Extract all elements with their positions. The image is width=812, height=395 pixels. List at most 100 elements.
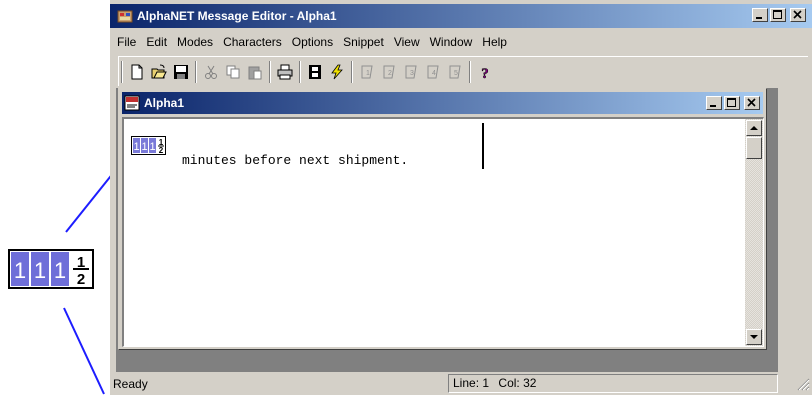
callout-line-bottom (63, 307, 105, 395)
open-folder-icon (151, 64, 167, 78)
scroll-up-button[interactable] (746, 120, 762, 136)
menu-options[interactable]: Options (287, 32, 338, 52)
close-button[interactable] (790, 8, 806, 22)
page-3-icon: 3 (405, 65, 417, 78)
message-editor-area[interactable]: 1 1 1 1 2 minutes before next shipment. (122, 117, 764, 347)
new-file-button[interactable] (126, 61, 148, 83)
menu-window[interactable]: Window (425, 32, 478, 52)
svg-text:3: 3 (410, 70, 414, 77)
menu-snippet[interactable]: Snippet (338, 32, 389, 52)
film-button[interactable] (304, 61, 326, 83)
maximize-icon (773, 10, 782, 19)
toolbar-separator (269, 60, 271, 83)
toolbar-separator (299, 60, 301, 83)
save-disk-icon (174, 64, 188, 79)
cut-button[interactable] (200, 61, 222, 83)
lightning-icon (331, 64, 343, 79)
paste-button[interactable] (244, 61, 266, 83)
cursor-position-panel: Line: 1 Col: 32 (448, 374, 778, 393)
page-4-button[interactable]: 4 (422, 61, 444, 83)
app-title: AlphaNET Message Editor - Alpha1 (137, 9, 337, 23)
document-close-button[interactable] (744, 96, 760, 110)
menu-characters[interactable]: Characters (218, 32, 287, 52)
scroll-thumb[interactable] (746, 137, 762, 159)
new-file-icon (131, 64, 143, 79)
film-icon (309, 64, 321, 79)
maximize-icon (727, 98, 736, 107)
document-window: Alpha1 1 1 1 1 2 minutes before next shi… (118, 88, 767, 350)
lightning-button[interactable] (326, 61, 348, 83)
text-caret (482, 123, 484, 169)
status-message: Ready (113, 377, 148, 391)
menu-edit[interactable]: Edit (141, 32, 172, 52)
svg-text:2: 2 (388, 70, 392, 77)
col-label: Col: (498, 376, 520, 390)
app-titlebar[interactable]: AlphaNET Message Editor - Alpha1 (110, 4, 812, 28)
cut-icon (205, 65, 217, 79)
page-5-icon: 5 (449, 65, 461, 78)
svg-text:1: 1 (133, 141, 139, 153)
svg-text:?: ? (481, 66, 489, 80)
help-button[interactable]: ? (474, 61, 496, 83)
save-button[interactable] (170, 61, 192, 83)
page-3-button[interactable]: 3 (400, 61, 422, 83)
svg-text:1: 1 (14, 258, 26, 283)
page-2-icon: 2 (383, 65, 395, 78)
toolbar-separator (195, 60, 197, 83)
document-minimize-button[interactable] (706, 96, 722, 110)
document-title: Alpha1 (144, 96, 185, 110)
copy-button[interactable] (222, 61, 244, 83)
status-bar: Ready Line: 1 Col: 32 (110, 373, 812, 395)
svg-text:1: 1 (141, 141, 147, 153)
document-titlebar[interactable]: Alpha1 (122, 92, 763, 114)
svg-text:1: 1 (366, 70, 370, 77)
menu-modes[interactable]: Modes (172, 32, 218, 52)
toolbar: 1 2 3 4 5 ? (118, 56, 808, 86)
page-4-icon: 4 (427, 65, 439, 78)
alphanet-app-icon (117, 10, 133, 23)
toolbar-separator (351, 60, 353, 83)
page-2-button[interactable]: 2 (378, 61, 400, 83)
maximize-button[interactable] (770, 8, 786, 22)
col-value: 32 (523, 376, 537, 390)
scroll-down-button[interactable] (746, 329, 762, 345)
magnified-fraction-glyph: 1 1 1 1 2 (8, 249, 94, 289)
document-caption-buttons (706, 96, 760, 110)
svg-text:5: 5 (454, 70, 458, 77)
resize-grip-icon[interactable] (796, 377, 810, 391)
toolbar-grip (121, 60, 123, 83)
page-1-button[interactable]: 1 (356, 61, 378, 83)
message-text: minutes before next shipment. (182, 153, 409, 168)
svg-text:1: 1 (149, 141, 155, 153)
minimize-button[interactable] (752, 8, 768, 22)
print-icon (277, 64, 293, 79)
message-document-icon (124, 95, 140, 111)
minimize-icon (710, 105, 716, 107)
arrow-up-icon (750, 126, 758, 130)
help-question-icon: ? (481, 65, 489, 80)
menu-view[interactable]: View (389, 32, 425, 52)
inline-fraction-glyph[interactable]: 1 1 1 1 2 (131, 136, 167, 156)
page-5-button[interactable]: 5 (444, 61, 466, 83)
svg-text:1: 1 (54, 258, 66, 283)
toolbar-separator (469, 60, 471, 83)
close-icon (747, 98, 756, 107)
paste-icon (248, 66, 262, 79)
document-maximize-button[interactable] (724, 96, 740, 110)
arrow-down-icon (750, 335, 758, 339)
svg-text:2: 2 (77, 271, 85, 288)
menu-help[interactable]: Help (477, 32, 512, 52)
page-1-icon: 1 (361, 65, 373, 78)
print-button[interactable] (274, 61, 296, 83)
app-window: AlphaNET Message Editor - Alpha1 File Ed… (110, 0, 812, 395)
minimize-icon (756, 17, 762, 19)
menu-file[interactable]: File (112, 32, 141, 52)
svg-text:2: 2 (159, 146, 164, 155)
open-button[interactable] (148, 61, 170, 83)
close-icon (793, 10, 802, 19)
svg-text:1: 1 (34, 258, 46, 283)
svg-text:4: 4 (432, 70, 436, 77)
vertical-scrollbar[interactable] (745, 119, 763, 346)
copy-icon (226, 65, 240, 78)
menu-bar: File Edit Modes Characters Options Snipp… (110, 31, 812, 53)
